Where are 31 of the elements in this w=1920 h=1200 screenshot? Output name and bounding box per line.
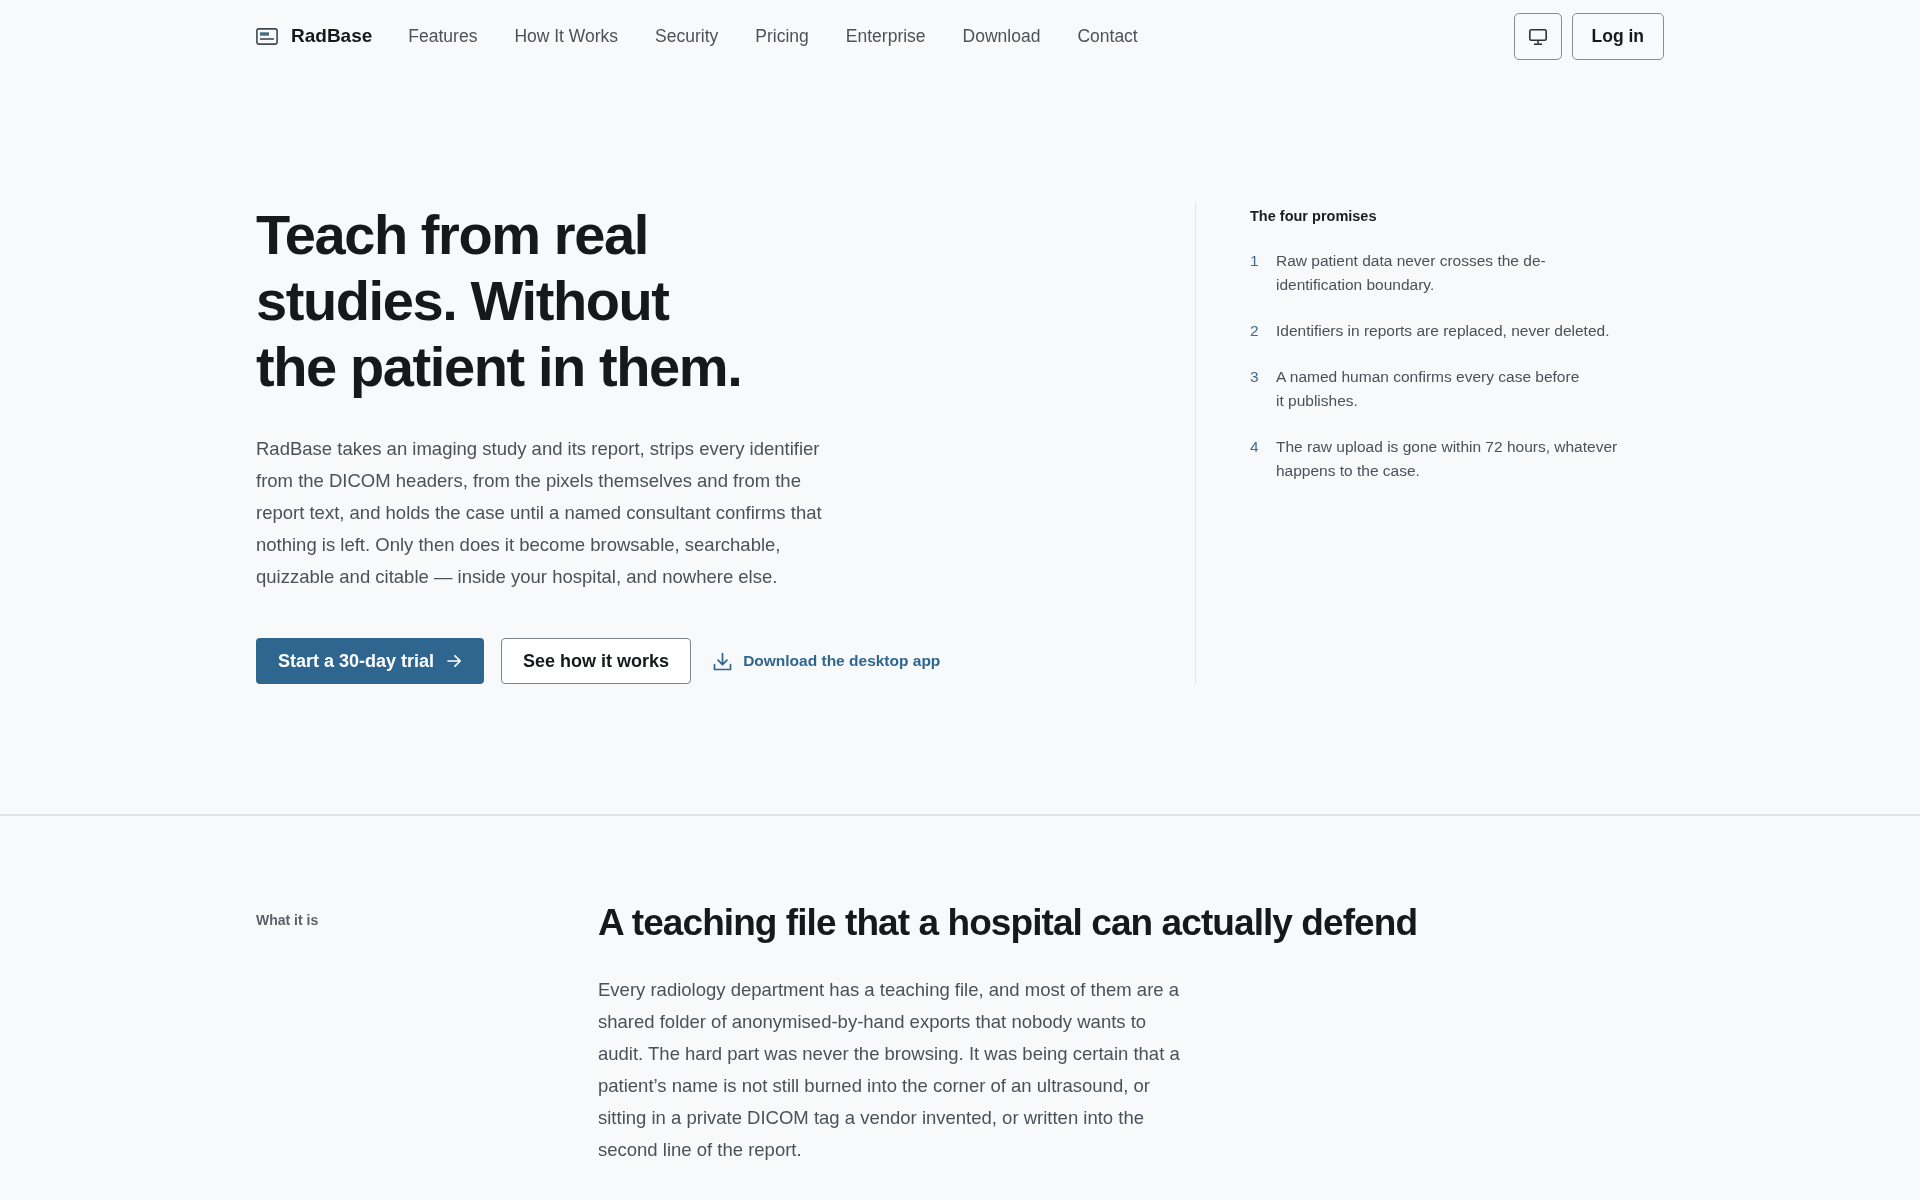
nav-link[interactable]: Download [962,23,1041,50]
start-trial-button[interactable]: Start a 30-day trial [256,638,485,684]
hero-heading: Teach from real studies. Without the patient in them. [256,202,743,400]
window-icon [256,28,278,45]
nav-link[interactable]: Security [655,23,719,50]
promise-number: 3 [1250,367,1260,387]
promise-number: 2 [1250,321,1260,341]
section-paragraph: Every radiology department has a teaching file, and most of them are a shared folder of anonymised-by-hand exports that nobody wants to audit. The hard part was never the browsing. It was being certain that a patient’s name is not still burned into the corner of an ultrasound, or sitting in a private DICOM tag a vendor invented, or written into the second line of the report. [598,978,1181,1162]
section-heading: A teaching file that a hospital can actually defend [598,901,1419,945]
login-button[interactable]: Log in [1571,13,1664,60]
promise-text: A named human confirms every case before it publishes. [1276,367,1581,411]
nav-link[interactable]: Enterprise [845,23,926,50]
promises-title: The four promises [1250,207,1378,226]
arrow-right-icon [447,654,463,668]
download-app-link[interactable]: Download the desktop app [713,649,941,673]
promise-text: Identifiers in reports are replaced, never deleted. [1276,321,1611,341]
nav-link[interactable]: Features [408,23,478,50]
nav-link[interactable]: Pricing [755,23,809,50]
promise-number: 4 [1250,437,1260,457]
nav-link[interactable]: How It Works [514,23,619,50]
promise-number: 1 [1250,251,1260,271]
nav-link[interactable]: Contact [1077,23,1138,50]
see-how-button[interactable]: See how it works [501,638,692,684]
monitor-icon [1528,28,1547,45]
monitor-button[interactable] [1513,13,1562,60]
logo-link[interactable]: RadBase [256,22,373,51]
hero-intro: RadBase takes an imaging study and its report, strips every identifier from the DICOM headers, from the pixels themselves and from the report text, and holds the case until a named consultant confirms that nothing is left. Only then does it become browsable, searchable, quizzable and citable — inside your hospital, and nowhere else. [256,437,823,589]
section-label: What it is [256,911,319,930]
promise-text: Raw patient data never crosses the de-identification boundary. [1276,251,1547,295]
download-icon [713,651,733,671]
promise-text: The raw upload is gone within 72 hours, whatever happens to the case. [1276,437,1619,481]
